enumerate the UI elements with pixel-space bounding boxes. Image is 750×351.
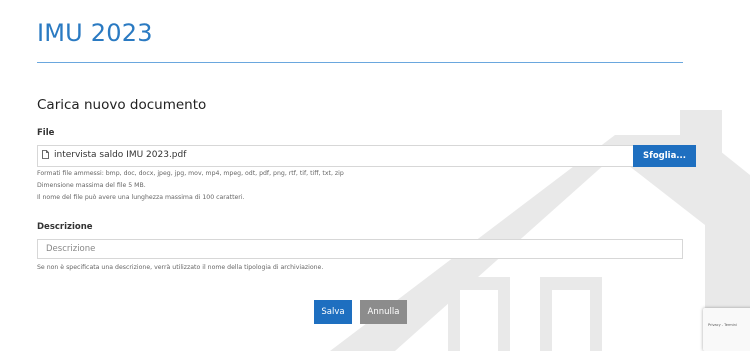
section-title: Carica nuovo documento bbox=[37, 97, 207, 113]
file-formats-help: Formati file ammessi: bmp, doc, docx, jp… bbox=[37, 170, 344, 177]
file-label: File bbox=[37, 128, 55, 138]
browse-button[interactable]: Sfoglia... bbox=[633, 145, 696, 167]
cancel-button[interactable]: Annulla bbox=[360, 300, 407, 324]
file-field[interactable]: intervista saldo IMU 2023.pdf bbox=[37, 145, 634, 167]
file-name: intervista saldo IMU 2023.pdf bbox=[54, 150, 187, 160]
description-label: Descrizione bbox=[37, 222, 93, 232]
file-icon bbox=[42, 150, 49, 159]
description-input[interactable] bbox=[37, 239, 683, 259]
file-size-help: Dimensione massima del file 5 MB. bbox=[37, 182, 146, 189]
title-divider bbox=[37, 62, 683, 63]
file-upload-row: intervista saldo IMU 2023.pdf Sfoglia... bbox=[37, 145, 697, 167]
file-name-length-help: Il nome del file può avere una lunghezza… bbox=[37, 194, 245, 201]
description-help: Se non è specificata una descrizione, ve… bbox=[37, 264, 324, 271]
save-button[interactable]: Salva bbox=[314, 300, 352, 324]
top-bar bbox=[0, 0, 750, 15]
upload-panel: IMU 2023 Carica nuovo documento File int… bbox=[0, 15, 750, 351]
page-title: IMU 2023 bbox=[37, 19, 153, 47]
recaptcha-text: Privacy - Termini bbox=[708, 323, 737, 327]
recaptcha-badge[interactable]: Privacy - Termini bbox=[703, 308, 750, 351]
